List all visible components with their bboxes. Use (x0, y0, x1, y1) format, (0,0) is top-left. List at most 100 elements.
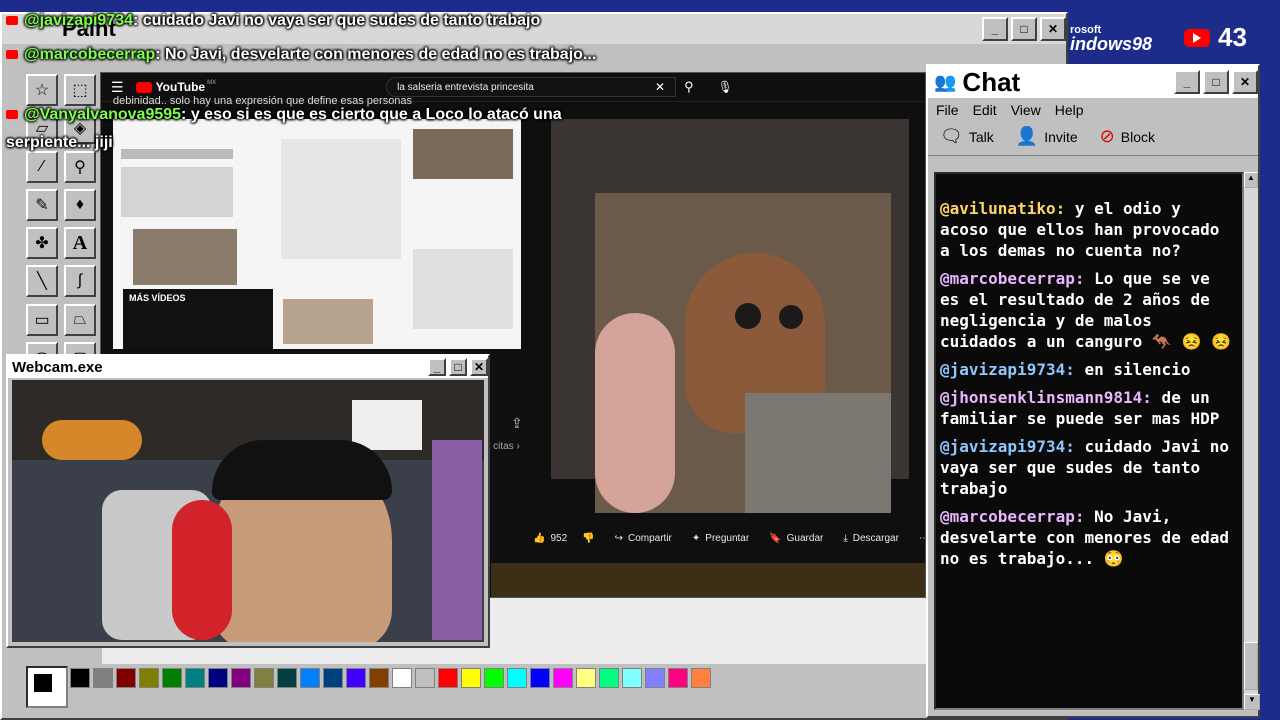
palette-swatch[interactable] (323, 668, 343, 688)
thumbs-up-icon: 👍 (533, 533, 546, 544)
talk-icon: 🗨 (940, 126, 963, 146)
thumbs-down-icon[interactable]: 👎 (582, 533, 594, 544)
citas-link[interactable]: r citas › (487, 441, 520, 452)
ask-button[interactable]: ✦ Preguntar (692, 533, 749, 544)
overlay-chat-line: @Vanyalvanova9595: y eso si es que es ci… (6, 106, 562, 124)
webcam-close-button[interactable]: ✕ (470, 358, 488, 376)
palette-swatch[interactable] (70, 668, 90, 688)
chat-minimize-button[interactable]: _ (1174, 70, 1200, 94)
share-icon[interactable]: ⇪ (511, 415, 523, 432)
menu-edit[interactable]: Edit (973, 102, 997, 118)
talk-button[interactable]: 🗨 Talk (940, 126, 994, 147)
sparkle-icon: ✦ (691, 533, 701, 544)
chat-message: @marcobecerrap: No Javi, desvelarte con … (940, 506, 1236, 569)
palette-swatch[interactable] (93, 668, 113, 688)
chat-scrollbar[interactable]: ▲ ▼ (1244, 172, 1260, 710)
curve-tool-icon[interactable]: ∫ (64, 265, 96, 298)
block-icon: ⊘ (1099, 126, 1115, 146)
palette-swatch[interactable] (139, 668, 159, 688)
palette-swatch[interactable] (530, 668, 550, 688)
chat-username[interactable]: @jhonsenklinsmann9814: (940, 388, 1152, 407)
airbrush-tool-icon[interactable]: ✤ (26, 227, 58, 259)
palette-swatch[interactable] (415, 668, 435, 688)
save-label: Guardar (786, 533, 824, 544)
block-button[interactable]: ⊘ Block (1100, 126, 1155, 147)
chat-username[interactable]: @javizapi9734: (940, 437, 1075, 456)
palette-swatch[interactable] (622, 668, 642, 688)
palette-swatch[interactable] (162, 668, 182, 688)
webcam-minimize-button[interactable]: _ (428, 358, 446, 376)
palette-swatch[interactable] (116, 668, 136, 688)
scroll-up-icon[interactable]: ▲ (1244, 172, 1258, 188)
block-label: Block (1120, 128, 1155, 145)
invite-icon: 👤 (1015, 126, 1039, 146)
chat-close-button[interactable]: ✕ (1232, 70, 1258, 94)
palette-swatch[interactable] (392, 668, 412, 688)
line-tool-icon[interactable]: ╲ (26, 265, 58, 298)
palette-swatch[interactable] (553, 668, 573, 688)
palette-swatch[interactable] (231, 668, 251, 688)
talk-label: Talk (968, 128, 994, 145)
save-button[interactable]: 🔖 Guardar (769, 533, 823, 544)
chat-maximize-button[interactable]: □ (1203, 70, 1229, 94)
palette-swatch[interactable] (185, 668, 205, 688)
video-player[interactable] (551, 119, 909, 513)
maximize-button[interactable]: □ (1011, 17, 1037, 41)
palette-swatch[interactable] (461, 668, 481, 688)
viewer-counter: 43 (1184, 22, 1247, 53)
menu-help[interactable]: Help (1055, 102, 1084, 118)
webcam-title: Webcam.exe (12, 358, 103, 376)
video-frame-image (595, 193, 891, 513)
palette-swatch[interactable] (691, 668, 711, 688)
rectangle-tool-icon[interactable]: ▭ (26, 303, 58, 336)
scroll-down-icon[interactable]: ▼ (1244, 694, 1260, 710)
youtube-chat-icon (6, 16, 18, 26)
palette-swatch[interactable] (668, 668, 688, 688)
color-palette (70, 668, 770, 692)
invite-button[interactable]: 👤 Invite (1016, 126, 1078, 147)
chat-username[interactable]: @javizapi9734: (940, 360, 1075, 379)
current-colors[interactable] (26, 666, 68, 708)
polygon-tool-icon[interactable]: ⏢ (64, 303, 96, 336)
chat-username[interactable]: @avilunatiko: (940, 199, 1065, 218)
more-options-button[interactable]: ⋯ (919, 533, 925, 544)
scroll-thumb[interactable] (1244, 642, 1258, 690)
palette-swatch[interactable] (369, 668, 389, 688)
palette-swatch[interactable] (507, 668, 527, 688)
chat-username[interactable]: @marcobecerrap: (940, 507, 1085, 526)
palette-swatch[interactable] (576, 668, 596, 688)
ask-label: Preguntar (705, 533, 750, 544)
palette-swatch[interactable] (300, 668, 320, 688)
windows98-label: indows98 (1070, 34, 1153, 54)
chat-username[interactable]: @marcobecerrap: (940, 269, 1085, 288)
palette-swatch[interactable] (254, 668, 274, 688)
webcam-maximize-button[interactable]: □ (449, 358, 467, 376)
youtube-play-icon (1184, 28, 1210, 47)
close-button[interactable]: ✕ (1040, 17, 1066, 41)
palette-swatch[interactable] (645, 668, 665, 688)
windows98-logo: rosoft indows98 (1070, 24, 1170, 56)
palette-swatch[interactable] (599, 668, 619, 688)
palette-swatch[interactable] (346, 668, 366, 688)
chat-message: @marcobecerrap: Lo que se ve es el resul… (940, 268, 1236, 352)
pencil-tool-icon[interactable]: ✎ (26, 188, 58, 221)
brush-tool-icon[interactable]: ♦ (64, 188, 96, 221)
like-button[interactable]: 👍 952 👎 (533, 533, 595, 544)
buddies-icon: 👥 (934, 71, 957, 92)
invite-label: Invite (1044, 128, 1078, 145)
overlay-chat-line: @marcobecerrap: No Javi, desvelarte con … (6, 46, 596, 64)
share-button[interactable]: ↪ Compartir (615, 533, 672, 544)
palette-swatch[interactable] (208, 668, 228, 688)
palette-swatch[interactable] (277, 668, 297, 688)
download-icon: ⤓ (843, 533, 848, 544)
download-button[interactable]: ⤓ Descargar (843, 533, 899, 544)
palette-swatch[interactable] (484, 668, 504, 688)
minimize-button[interactable]: _ (982, 17, 1008, 41)
menu-file[interactable]: File (936, 102, 959, 118)
menu-view[interactable]: View (1011, 102, 1041, 118)
more-icon: ⋯ (919, 533, 925, 544)
youtube-chat-icon (6, 50, 18, 60)
palette-swatch[interactable] (438, 668, 458, 688)
text-tool-icon[interactable]: A (64, 227, 96, 259)
more-videos-panel[interactable]: MÁS VÍDEOS (123, 289, 273, 349)
